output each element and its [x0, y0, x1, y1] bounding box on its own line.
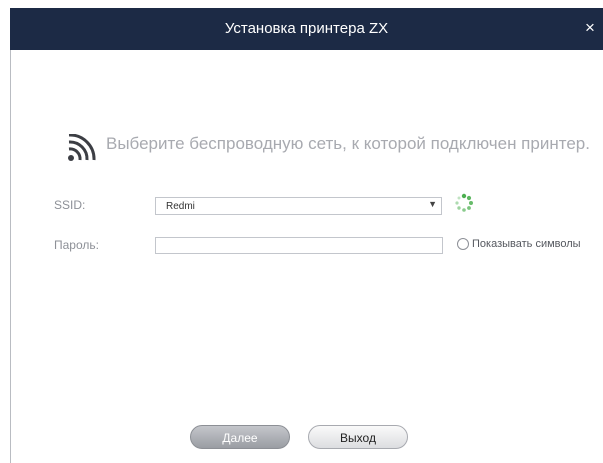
chevron-down-icon[interactable]: ▼ [428, 199, 437, 209]
page-heading: Выберите беспроводную сеть, к которой по… [106, 134, 590, 153]
password-label: Пароль: [54, 238, 99, 252]
show-characters-radio[interactable] [457, 238, 469, 250]
next-button[interactable]: Далее [190, 425, 290, 449]
window-title: Установка принтера ZX [224, 20, 389, 37]
close-icon[interactable]: × [581, 18, 599, 38]
ssid-selected-value: Redmi [166, 201, 195, 212]
title-bar: Установка принтера ZX × [10, 8, 603, 50]
loading-spinner-icon [455, 193, 473, 212]
top-strip [0, 0, 603, 8]
exit-button[interactable]: Выход [308, 425, 408, 449]
ssid-label: SSID: [54, 198, 86, 212]
window-frame-left [10, 50, 11, 463]
password-field[interactable] [155, 237, 443, 254]
show-characters-label: Показывать символы [472, 238, 581, 250]
wifi-signal-icon [68, 134, 96, 161]
ssid-select[interactable]: Redmi ▼ [155, 197, 442, 215]
